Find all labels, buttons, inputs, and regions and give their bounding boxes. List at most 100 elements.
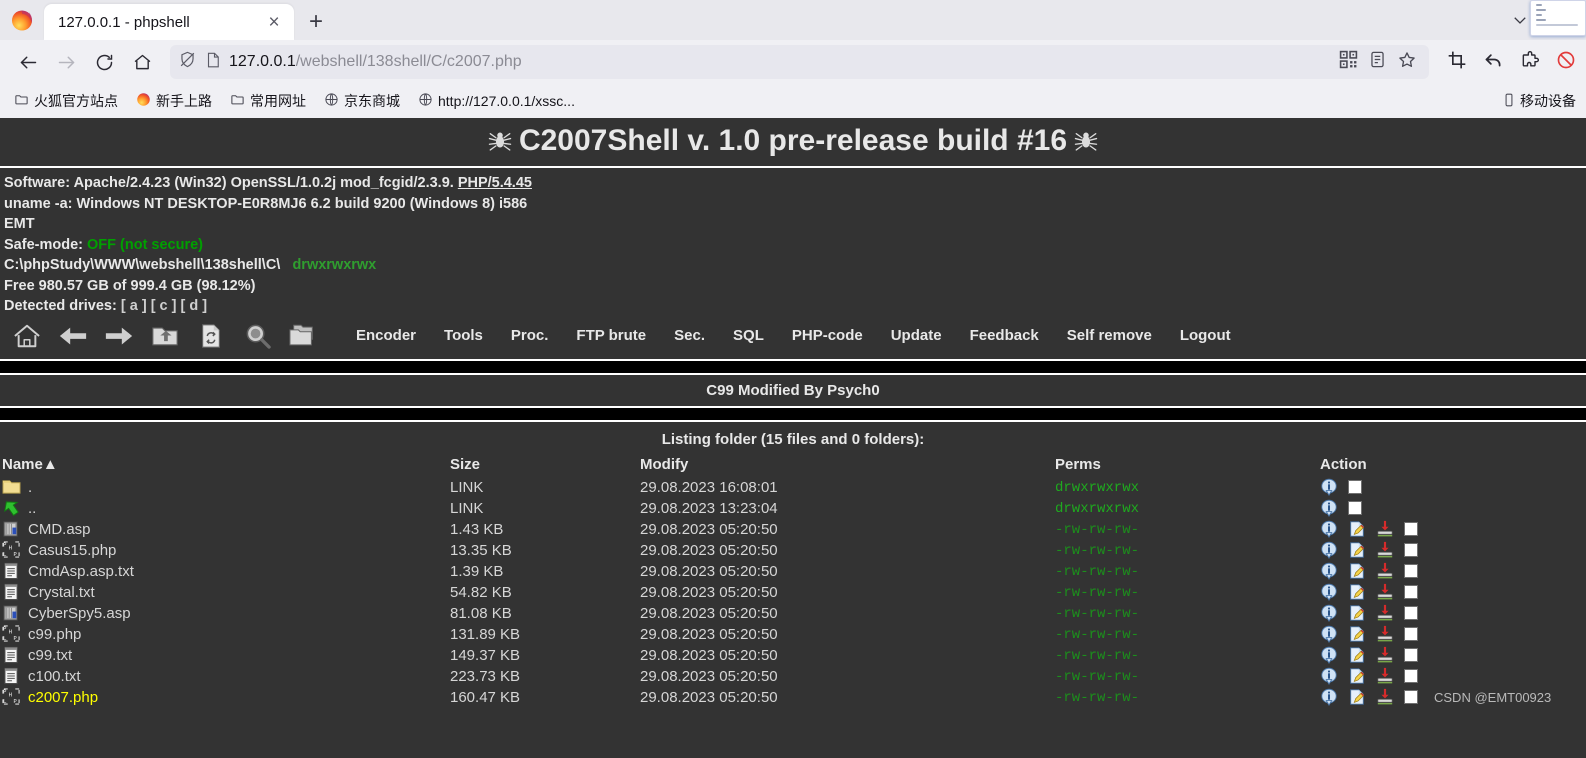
table-row[interactable]: P H L P c99.php 131.89 KB 29.08.2023 05:20:50 -… [0,624,1586,645]
download-icon[interactable] [1376,562,1394,580]
download-icon[interactable] [1376,667,1394,685]
download-icon[interactable] [1376,604,1394,622]
crop-icon[interactable] [1447,50,1467,75]
drive-d[interactable]: [ d ] [181,298,208,314]
menu-logout[interactable]: Logout [1166,327,1245,344]
download-icon[interactable] [1376,646,1394,664]
cell-perms[interactable]: -rw-rw-rw- [1055,603,1320,624]
edit-icon[interactable] [1348,541,1366,559]
bookmark-item-mobile[interactable]: 移动设备 [1496,88,1578,114]
bookmark-star-icon[interactable] [1397,50,1417,75]
info-icon[interactable] [1320,604,1338,622]
row-checkbox[interactable] [1404,648,1418,662]
file-name-link[interactable]: CyberSpy5.asp [28,605,131,622]
info-icon[interactable] [1320,583,1338,601]
bookmark-item[interactable]: http://127.0.0.1/xssc... [412,89,581,113]
close-icon[interactable]: × [260,8,288,36]
menu-sec[interactable]: Sec. [660,327,719,344]
file-name-link[interactable]: c99.txt [28,647,72,664]
menu-php-code[interactable]: PHP-code [778,327,877,344]
info-icon[interactable] [1320,646,1338,664]
bookmark-item[interactable]: 火狐官方站点 [8,88,124,114]
table-row[interactable]: . LINK 29.08.2023 16:08:01 drwxrwxrwx [0,477,1586,498]
info-icon[interactable] [1320,562,1338,580]
cell-perms[interactable]: -rw-rw-rw- [1055,645,1320,666]
edit-icon[interactable] [1348,646,1366,664]
info-icon[interactable] [1320,541,1338,559]
row-checkbox[interactable] [1404,669,1418,683]
edit-icon[interactable] [1348,625,1366,643]
undo-icon[interactable] [1483,49,1504,75]
new-tab-button[interactable]: + [302,8,330,36]
row-checkbox[interactable] [1404,690,1418,704]
download-icon[interactable] [1376,541,1394,559]
drive-a[interactable]: [ a ] [121,298,147,314]
bookmark-item[interactable]: 新手上路 [130,88,218,114]
menu-self-remove[interactable]: Self remove [1053,327,1166,344]
edit-icon[interactable] [1348,688,1366,706]
info-icon[interactable] [1320,625,1338,643]
back-arrow-icon[interactable] [10,45,46,79]
drive-c[interactable]: [ c ] [151,298,177,314]
menu-feedback[interactable]: Feedback [956,327,1053,344]
shield-off-icon[interactable] [178,50,197,74]
bookmark-item[interactable]: 常用网址 [224,88,312,114]
cwd-path[interactable]: C:\phpStudy\WWW\webshell\138shell\C\ [4,257,280,273]
download-icon[interactable] [1376,583,1394,601]
table-row[interactable]: c100.txt 223.73 KB 29.08.2023 05:20:50 -rw-… [0,666,1586,687]
menu-tools[interactable]: Tools [430,327,497,344]
edit-icon[interactable] [1348,667,1366,685]
file-name-link[interactable]: c2007.php [28,689,98,706]
file-name-link[interactable]: . [28,479,32,496]
menu-encoder[interactable]: Encoder [342,327,430,344]
info-icon[interactable] [1320,499,1338,517]
edit-icon[interactable] [1348,520,1366,538]
url-bar[interactable]: 127.0.0.1/webshell/138shell/C/c2007.php [170,45,1429,79]
bookmark-item[interactable]: 京东商城 [318,88,406,114]
info-icon[interactable] [1320,667,1338,685]
cell-perms[interactable]: drwxrwxrwx [1055,498,1320,519]
menu-ftp-brute[interactable]: FTP brute [562,327,660,344]
refresh-file-icon[interactable] [188,321,234,351]
file-name-link[interactable]: CmdAsp.asp.txt [28,563,134,580]
menu-sql[interactable]: SQL [719,327,778,344]
cell-perms[interactable]: -rw-rw-rw- [1055,561,1320,582]
table-row[interactable]: Crystal.txt 54.82 KB 29.08.2023 05:20:50 -r… [0,582,1586,603]
extension-icon[interactable] [1520,50,1540,75]
reader-mode-icon[interactable] [1368,50,1387,74]
file-name-link[interactable]: CMD.asp [28,521,91,538]
table-row[interactable]: c99.txt 149.37 KB 29.08.2023 05:20:50 -rw-r… [0,645,1586,666]
row-checkbox[interactable] [1404,606,1418,620]
menu-proc[interactable]: Proc. [497,327,563,344]
table-row[interactable]: CmdAsp.asp.txt 1.39 KB 29.08.2023 05:20:50… [0,561,1586,582]
row-checkbox[interactable] [1404,543,1418,557]
forward-arrow-icon[interactable] [48,45,84,79]
search-icon[interactable] [234,321,280,351]
copy-folder-icon[interactable] [280,321,326,351]
column-header-name[interactable]: Name▲ [0,454,450,477]
edit-icon[interactable] [1348,562,1366,580]
download-icon[interactable] [1376,688,1394,706]
row-checkbox[interactable] [1404,585,1418,599]
back-arrow-icon[interactable] [50,321,96,351]
column-header-size[interactable]: Size [450,454,640,477]
forward-arrow-icon[interactable] [96,321,142,351]
table-row[interactable]: CyberSpy5.asp 81.08 KB 29.08.2023 05:20:50… [0,603,1586,624]
blocked-icon[interactable] [1556,50,1576,75]
edit-icon[interactable] [1348,583,1366,601]
browser-tab[interactable]: 127.0.0.1 - phpshell × [44,4,294,40]
info-icon[interactable] [1320,520,1338,538]
php-version-link[interactable]: PHP/5.4.45 [458,175,532,191]
row-checkbox[interactable] [1404,627,1418,641]
home-icon[interactable] [124,45,160,79]
cell-perms[interactable]: -rw-rw-rw- [1055,519,1320,540]
cell-perms[interactable]: -rw-rw-rw- [1055,666,1320,687]
file-name-link[interactable]: Crystal.txt [28,584,95,601]
table-row[interactable]: P H L P Casus15.php 13.35 KB 29.08.2023 05:20:… [0,540,1586,561]
info-icon[interactable] [1320,478,1338,496]
home-icon[interactable] [4,321,50,351]
download-icon[interactable] [1376,625,1394,643]
table-row[interactable]: CMD.asp 1.43 KB 29.08.2023 05:20:50 -rw-rw-… [0,519,1586,540]
cell-perms[interactable]: drwxrwxrwx [1055,477,1320,498]
reload-icon[interactable] [86,45,122,79]
